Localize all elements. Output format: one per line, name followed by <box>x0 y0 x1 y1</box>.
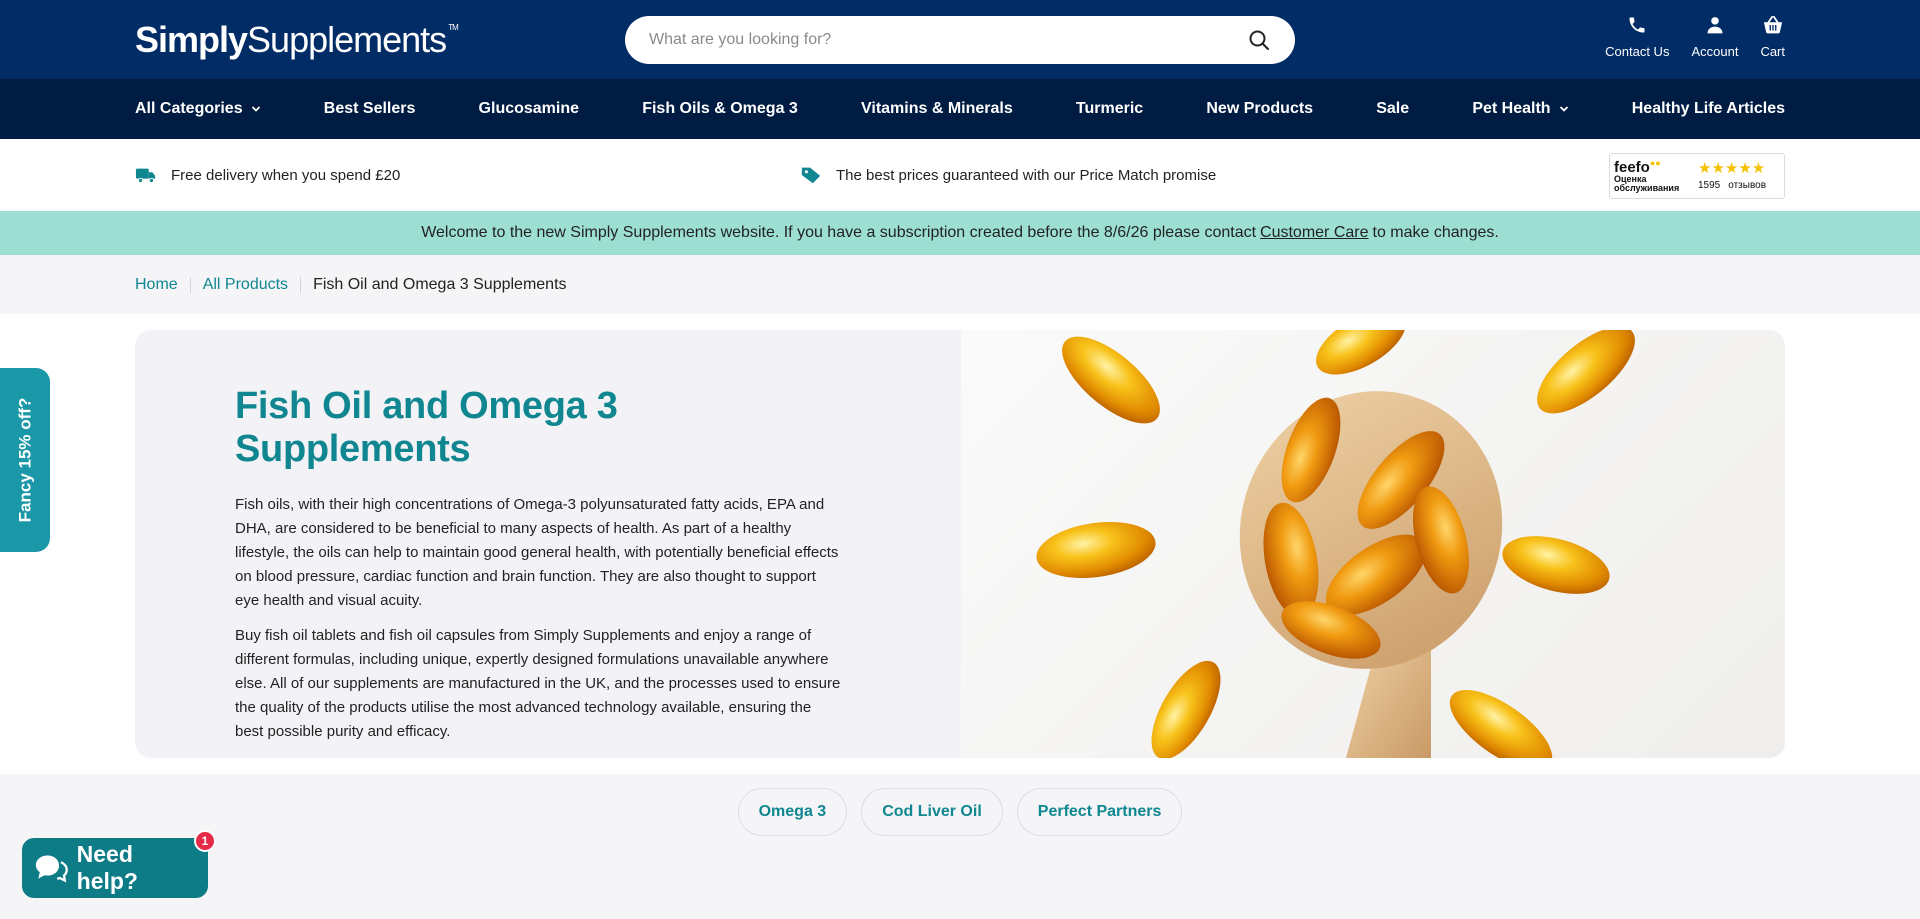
header-links: Contact Us Account Cart <box>1605 14 1785 59</box>
nav-turmeric[interactable]: Turmeric <box>1076 100 1143 118</box>
notification-badge: 1 <box>194 830 216 852</box>
nav-all-categories[interactable]: All Categories <box>135 100 261 118</box>
help-chat-label: Need help? <box>76 841 138 894</box>
nav-new-products[interactable]: New Products <box>1206 100 1313 118</box>
chevron-down-icon <box>251 106 260 112</box>
feefo-subtitle: Оценка обслуживания <box>1614 173 1680 193</box>
usp-delivery: Free delivery when you spend £20 <box>135 165 400 185</box>
rating-stars-icon: ★★★★★ <box>1698 160 1766 177</box>
contact-us-label: Contact Us <box>1605 44 1670 59</box>
cart-link[interactable]: Cart <box>1760 14 1785 59</box>
breadcrumb-home[interactable]: Home <box>135 276 178 294</box>
help-chat-button[interactable]: Need help? 1 <box>22 830 216 898</box>
category-hero-section: Fish Oil and Omega 3 Supplements Fish oi… <box>0 314 1920 774</box>
site-header: SimplySupplementsTM Contact Us Account C… <box>0 0 1920 79</box>
hero-paragraph-1: Fish oils, with their high concentration… <box>235 496 839 609</box>
review-label: отзывов <box>1728 180 1767 191</box>
hero-text: Fish Oil and Omega 3 Supplements Fish oi… <box>135 330 961 758</box>
subcategory-chips: Omega 3 Cod Liver Oil Perfect Partners <box>0 774 1920 836</box>
usp-delivery-text: Free delivery when you spend £20 <box>171 166 401 184</box>
breadcrumb-all-products[interactable]: All Products <box>203 276 288 294</box>
search-icon[interactable] <box>1247 28 1271 52</box>
chat-bubble-icon <box>35 855 68 883</box>
breadcrumb-divider <box>189 276 191 293</box>
account-label: Account <box>1691 44 1739 59</box>
notice-banner: Welcome to the new Simply Supplements we… <box>0 211 1920 255</box>
delivery-truck-icon <box>135 168 156 184</box>
cart-label: Cart <box>1760 44 1785 59</box>
customer-care-link[interactable]: Customer Care <box>1260 224 1368 242</box>
notice-text-end: to make changes. <box>1372 224 1499 241</box>
discount-tab-label: Fancy 15% off? <box>15 397 35 523</box>
fish-oil-capsules-image <box>961 330 1785 758</box>
nav-best-sellers[interactable]: Best Sellers <box>324 100 416 118</box>
chip-cod-liver-oil[interactable]: Cod Liver Oil <box>861 788 1003 836</box>
nav-healthy-life-articles[interactable]: Healthy Life Articles <box>1632 100 1785 118</box>
page-title: Fish Oil and Omega 3 Supplements <box>235 385 618 470</box>
category-hero: Fish Oil and Omega 3 Supplements Fish oi… <box>135 330 1785 758</box>
breadcrumb-current: Fish Oil and Omega 3 Supplements <box>313 275 567 293</box>
chevron-down-icon <box>1559 106 1568 112</box>
nav-sale[interactable]: Sale <box>1376 100 1409 118</box>
main-nav: All Categories Best Sellers Glucosamine … <box>0 79 1920 139</box>
feefo-logo: feefo●● <box>1614 157 1661 176</box>
breadcrumb: Home All Products Fish Oil and Omega 3 S… <box>0 255 1920 314</box>
basket-icon <box>1762 14 1784 36</box>
review-count: 1595 <box>1698 180 1721 191</box>
usp-bar: Free delivery when you spend £20 The bes… <box>0 139 1920 211</box>
phone-icon <box>1626 14 1648 36</box>
chip-perfect-partners[interactable]: Perfect Partners <box>1016 788 1183 836</box>
account-link[interactable]: Account <box>1691 14 1738 59</box>
feefo-rating-badge[interactable]: feefo●● Оценка обслуживания ★★★★★ 1595 от… <box>1609 153 1785 199</box>
nav-glucosamine[interactable]: Glucosamine <box>479 100 579 118</box>
search-input[interactable] <box>649 31 1247 49</box>
usp-price-match: The best prices guaranteed with our Pric… <box>800 165 1216 185</box>
breadcrumb-divider <box>300 276 302 293</box>
nav-vitamins-minerals[interactable]: Vitamins & Minerals <box>861 100 1013 118</box>
hero-paragraph-2: Buy fish oil tablets and fish oil capsul… <box>235 627 841 740</box>
nav-pet-health[interactable]: Pet Health <box>1472 100 1568 118</box>
discount-side-tab[interactable]: Fancy 15% off? <box>0 368 50 552</box>
price-tag-icon <box>801 167 821 184</box>
notice-text: Welcome to the new Simply Supplements we… <box>421 224 1257 241</box>
site-logo[interactable]: Simply Supplements TM <box>135 19 459 61</box>
nav-fish-oils[interactable]: Fish Oils & Omega 3 <box>642 100 798 118</box>
usp-price-text: The best prices guaranteed with our Pric… <box>836 166 1217 184</box>
chip-omega-3[interactable]: Omega 3 <box>737 788 848 836</box>
search-bar <box>625 16 1295 64</box>
contact-us-link[interactable]: Contact Us <box>1605 14 1669 59</box>
user-icon <box>1704 14 1726 36</box>
